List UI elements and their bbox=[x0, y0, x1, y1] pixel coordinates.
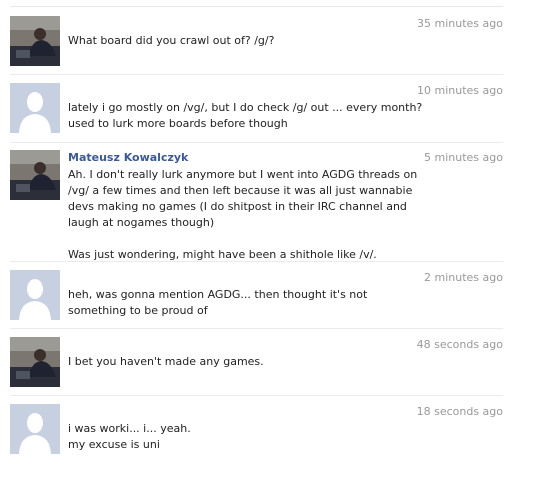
timestamp: 10 minutes ago bbox=[417, 84, 503, 97]
message-thread: 35 minutes ago What board did you crawl … bbox=[0, 0, 540, 498]
message-item: Mateusz Kowalczyk 5 minutes ago Ah. I do… bbox=[0, 148, 540, 263]
user-photo-avatar[interactable] bbox=[10, 16, 60, 66]
message-text: i was worki... i... yeah. bbox=[68, 422, 191, 435]
message-body: I bet you haven't made any games. bbox=[68, 354, 428, 370]
user-photo-avatar[interactable] bbox=[10, 337, 60, 387]
message-body: What board did you crawl out of? /g/? bbox=[68, 33, 428, 49]
message-item: 2 minutes ago heh, was gonna mention AGD… bbox=[0, 268, 540, 328]
default-silhouette-avatar[interactable] bbox=[10, 270, 60, 320]
message-separator bbox=[10, 142, 503, 143]
sender-name[interactable]: Mateusz Kowalczyk bbox=[68, 151, 188, 164]
message-item: 48 seconds ago I bet you haven't made an… bbox=[0, 335, 540, 395]
message-separator bbox=[10, 395, 503, 396]
message-body: lately i go mostly on /vg/, but I do che… bbox=[68, 100, 428, 132]
message-body: heh, was gonna mention AGDG... then thou… bbox=[68, 287, 428, 319]
top-divider bbox=[10, 6, 503, 7]
message-item: 35 minutes ago What board did you crawl … bbox=[0, 14, 540, 76]
message-separator bbox=[10, 261, 503, 262]
message-separator bbox=[10, 74, 503, 75]
message-text: lately i go mostly on /vg/, but I do che… bbox=[68, 101, 423, 130]
timestamp: 5 minutes ago bbox=[424, 151, 503, 164]
default-silhouette-avatar[interactable] bbox=[10, 83, 60, 133]
timestamp: 35 minutes ago bbox=[417, 17, 503, 30]
timestamp: 2 minutes ago bbox=[424, 271, 503, 284]
message-body: i was worki... i... yeah. my excuse is u… bbox=[68, 421, 428, 453]
timestamp: 48 seconds ago bbox=[416, 338, 503, 351]
message-text: Ah. I don't really lurk anymore but I we… bbox=[68, 168, 418, 229]
message-item: 18 seconds ago i was worki... i... yeah.… bbox=[0, 402, 540, 472]
message-text: heh, was gonna mention AGDG... then thou… bbox=[68, 288, 368, 317]
message-item: 10 minutes ago lately i go mostly on /vg… bbox=[0, 81, 540, 143]
message-text: I bet you haven't made any games. bbox=[68, 355, 264, 368]
message-text: my excuse is uni bbox=[68, 438, 160, 451]
message-body: Ah. I don't really lurk anymore but I we… bbox=[68, 167, 428, 263]
default-silhouette-avatar[interactable] bbox=[10, 404, 60, 454]
message-text: What board did you crawl out of? /g/? bbox=[68, 34, 275, 47]
message-separator bbox=[10, 328, 503, 329]
user-photo-avatar[interactable] bbox=[10, 150, 60, 200]
timestamp: 18 seconds ago bbox=[416, 405, 503, 418]
